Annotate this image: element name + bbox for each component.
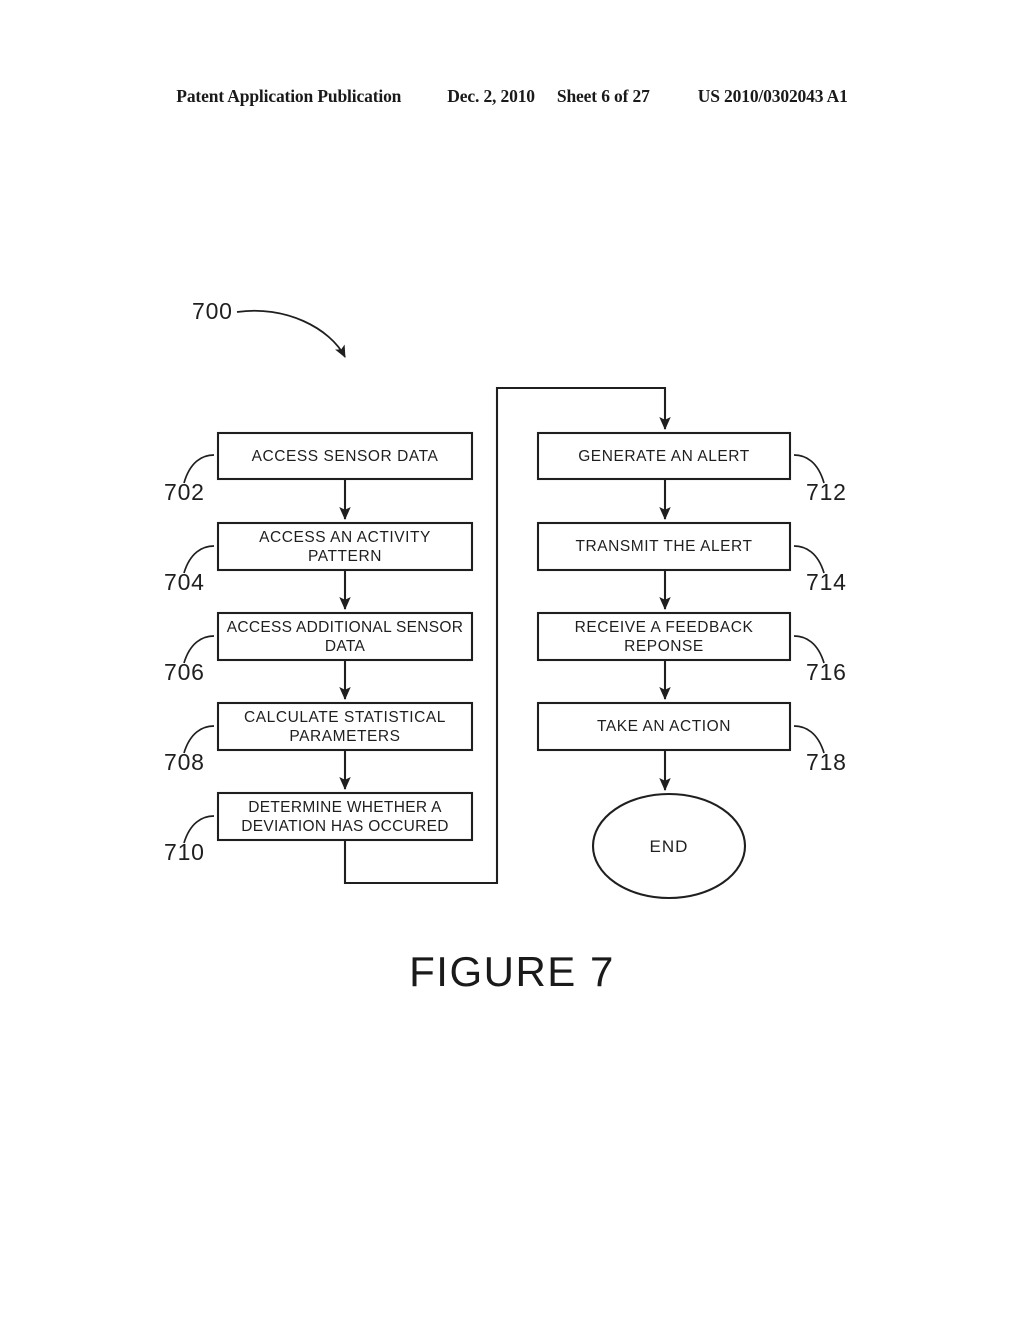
ref-numeral-718: 718 xyxy=(806,749,847,776)
process-box-712 xyxy=(536,431,792,481)
ref-text: 716 xyxy=(806,659,847,685)
process-box-710 xyxy=(216,791,474,842)
lead-arrow-700 xyxy=(236,309,346,358)
ref-text: 718 xyxy=(806,749,847,775)
process-box-716 xyxy=(536,611,792,662)
flowchart-graphics xyxy=(183,309,825,900)
ref-text: 702 xyxy=(164,479,205,505)
ref-text: 706 xyxy=(164,659,205,685)
ref-numeral-704: 704 xyxy=(164,569,205,596)
figure-caption-text: FIGURE 7 xyxy=(409,948,615,995)
ref-numeral-706: 706 xyxy=(164,659,205,686)
figure-7-flowchart: ACCESS SENSOR DATA ACCESS AN ACTIVITY PA… xyxy=(0,0,1024,1320)
terminator-end xyxy=(591,792,747,900)
ref-numeral-716: 716 xyxy=(806,659,847,686)
ref-numeral-702: 702 xyxy=(164,479,205,506)
process-box-708 xyxy=(216,701,474,752)
ref-numeral-714: 714 xyxy=(806,569,847,596)
ref-text: 712 xyxy=(806,479,847,505)
process-box-704 xyxy=(216,521,474,572)
process-box-702 xyxy=(216,431,474,481)
ref-numeral-700: 700 xyxy=(192,298,233,325)
ref-numeral-712: 712 xyxy=(806,479,847,506)
ref-numeral-708: 708 xyxy=(164,749,205,776)
process-box-718 xyxy=(536,701,792,752)
ref-numeral-710: 710 xyxy=(164,839,205,866)
ref-text: 708 xyxy=(164,749,205,775)
ref-text: 704 xyxy=(164,569,205,595)
ref-text: 710 xyxy=(164,839,205,865)
ref-text: 700 xyxy=(192,298,233,324)
process-box-706 xyxy=(216,611,474,662)
ref-text: 714 xyxy=(806,569,847,595)
figure-caption: FIGURE 7 xyxy=(0,948,1024,996)
process-box-714 xyxy=(536,521,792,572)
